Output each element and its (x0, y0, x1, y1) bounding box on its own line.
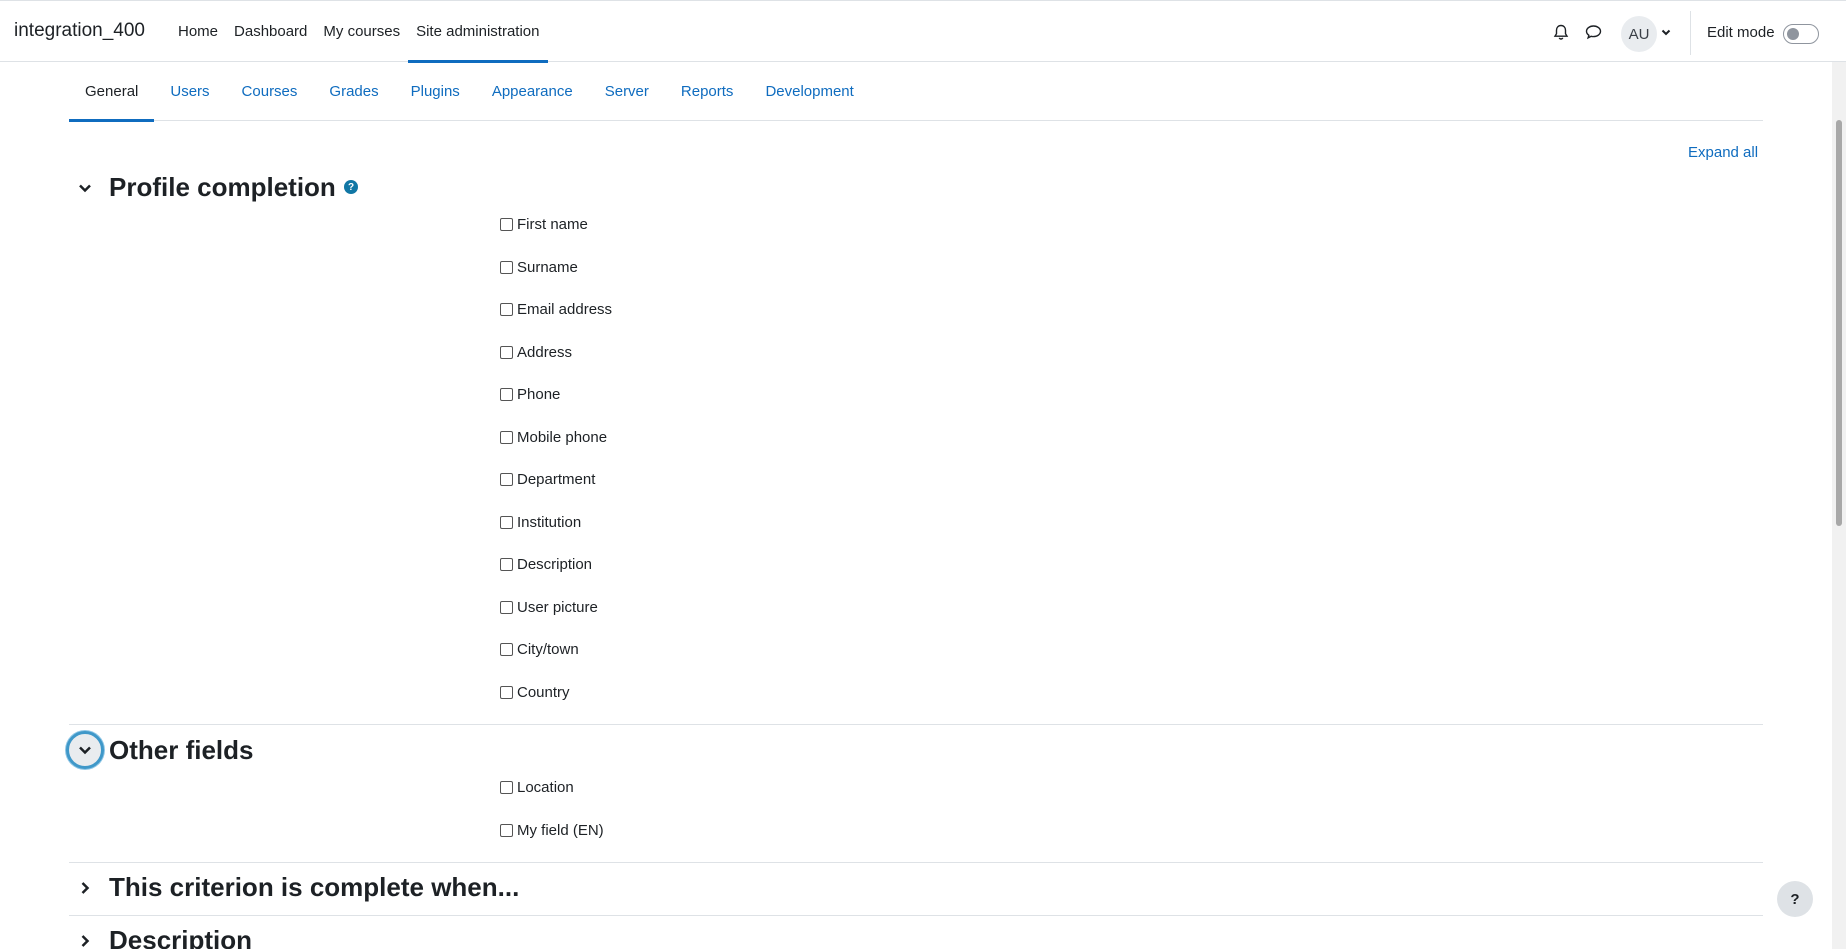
checkbox[interactable] (500, 345, 513, 359)
checkbox-label: Phone (517, 385, 561, 403)
checkbox-address[interactable]: Address (500, 342, 572, 362)
page-scrollbar[interactable] (1832, 62, 1846, 949)
checkbox[interactable] (500, 685, 513, 699)
profile-completion-collapse-button[interactable] (66, 169, 104, 207)
checkbox-phone[interactable]: Phone (500, 384, 560, 404)
checkbox-country[interactable]: Country (500, 682, 570, 702)
avatar[interactable]: AU (1621, 16, 1657, 52)
section-divider (69, 915, 1763, 916)
checkbox[interactable] (500, 260, 513, 274)
help-button[interactable]: ? (1777, 881, 1813, 917)
checkbox[interactable] (500, 472, 513, 486)
checkbox[interactable] (500, 557, 513, 571)
tab-users[interactable]: Users (154, 62, 225, 121)
scrollbar-thumb[interactable] (1836, 120, 1842, 526)
bell-icon[interactable] (1551, 22, 1571, 42)
criterion-expand-button[interactable] (66, 869, 104, 907)
checkbox[interactable] (500, 600, 513, 614)
checkbox-label: Location (517, 778, 574, 796)
tab-server[interactable]: Server (589, 62, 665, 121)
checkbox[interactable] (500, 780, 513, 794)
checkbox[interactable] (500, 515, 513, 529)
checkbox-institution[interactable]: Institution (500, 512, 581, 532)
tab-plugins[interactable]: Plugins (395, 62, 476, 121)
checkbox-city-town[interactable]: City/town (500, 639, 579, 659)
chevron-down-icon (79, 746, 91, 755)
top-navbar: integration_400 Home Dashboard My course… (0, 0, 1846, 63)
checkbox-first-name[interactable]: First name (500, 214, 588, 234)
checkbox-label: Description (517, 555, 593, 573)
checkbox-email-address[interactable]: Email address (500, 299, 612, 319)
checkbox-label: Email address (517, 300, 613, 318)
primary-navigation: Home Dashboard My courses Site administr… (170, 1, 548, 63)
section-divider (69, 724, 1763, 725)
checkbox-label: City/town (517, 640, 579, 658)
checkbox-my-field-en[interactable]: My field (EN) (500, 820, 604, 840)
checkbox-description[interactable]: Description (500, 554, 592, 574)
checkbox-user-picture[interactable]: User picture (500, 597, 598, 617)
question-circle-icon[interactable]: ? (344, 180, 358, 194)
checkbox-label: Department (517, 470, 596, 488)
navbar-divider (1690, 11, 1691, 55)
nav-site-administration[interactable]: Site administration (408, 1, 548, 63)
section-title-profile-completion: Profile completion (109, 172, 336, 202)
tab-courses[interactable]: Courses (226, 62, 314, 121)
checkbox[interactable] (500, 217, 513, 231)
chevron-right-icon (81, 882, 90, 894)
edit-mode-toggle[interactable] (1783, 24, 1819, 44)
secondary-navigation: General Users Courses Grades Plugins App… (69, 62, 1763, 122)
checkbox-label: First name (517, 215, 588, 233)
nav-my-courses[interactable]: My courses (315, 1, 408, 62)
checkbox-mobile-phone[interactable]: Mobile phone (500, 427, 607, 447)
tab-reports[interactable]: Reports (665, 62, 750, 121)
tab-appearance[interactable]: Appearance (476, 62, 589, 121)
tab-grades[interactable]: Grades (313, 62, 394, 121)
checkbox-surname[interactable]: Surname (500, 257, 578, 277)
edit-mode-label: Edit mode (1707, 24, 1775, 41)
expand-all-link[interactable]: Expand all (1688, 144, 1758, 161)
other-fields-collapse-button[interactable] (66, 731, 104, 769)
checkbox-label: Country (517, 683, 570, 701)
checkbox[interactable] (500, 302, 513, 316)
section-divider (69, 862, 1763, 863)
checkbox[interactable] (500, 430, 513, 444)
chevron-right-icon (81, 935, 90, 947)
checkbox-label: Mobile phone (517, 428, 608, 446)
site-name[interactable]: integration_400 (14, 20, 145, 42)
checkbox-location[interactable]: Location (500, 777, 574, 797)
chevron-down-icon[interactable] (1660, 25, 1672, 42)
section-title-description: Description (109, 925, 253, 949)
section-title-other-fields: Other fields (109, 735, 254, 765)
checkbox-label: Surname (517, 258, 578, 276)
checkbox-label: Address (517, 343, 573, 361)
nav-dashboard[interactable]: Dashboard (226, 1, 315, 62)
tab-development[interactable]: Development (749, 62, 869, 121)
description-expand-button[interactable] (66, 922, 104, 949)
tab-general[interactable]: General (69, 62, 155, 122)
checkbox[interactable] (500, 823, 513, 837)
toggle-knob (1787, 28, 1799, 40)
nav-home[interactable]: Home (170, 1, 226, 62)
checkbox-label: Institution (517, 513, 582, 531)
checkbox[interactable] (500, 387, 513, 401)
checkbox-department[interactable]: Department (500, 469, 595, 489)
chevron-down-icon (79, 184, 91, 193)
section-title-criterion: This criterion is complete when... (109, 872, 520, 902)
checkbox-label: My field (EN) (517, 821, 604, 839)
checkbox[interactable] (500, 642, 513, 656)
checkbox-label: User picture (517, 598, 598, 616)
chat-bubble-icon[interactable] (1583, 22, 1603, 42)
